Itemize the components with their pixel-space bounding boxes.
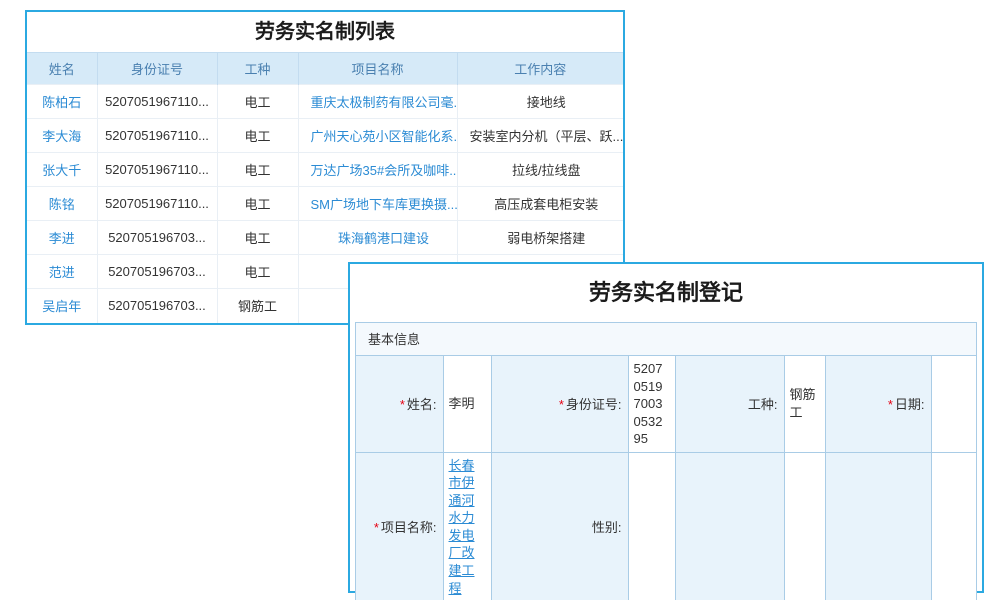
required-asterisk: * [400, 397, 405, 412]
name-field-label: *姓名: [356, 356, 443, 452]
form-row-1: *姓名: 李明 *身份证号: 520705197003053295 工种: 钢筋… [356, 356, 976, 452]
worker-name-link[interactable]: 李大海 [42, 129, 81, 144]
project-cell: 重庆太极制药有限公司毫... [298, 85, 457, 119]
project-link[interactable]: 万达广场35#会所及咖啡... [311, 163, 458, 178]
trade-cell: 电工 [217, 187, 298, 221]
worker-name-link[interactable]: 范进 [49, 265, 75, 280]
idcard-cell: 5207051967110... [97, 85, 217, 119]
name-cell: 陈铭 [27, 187, 97, 221]
work-cell: 拉线/拉线盘 [457, 153, 623, 187]
table-row: 李进 520705196703... 电工 珠海鹤港口建设 弱电桥架搭建 [27, 221, 623, 255]
project-link[interactable]: 重庆太极制药有限公司毫... [311, 95, 458, 110]
trade-field-label: 工种: [675, 356, 784, 452]
date-field-value[interactable] [931, 356, 976, 452]
project-field-label: *项目名称: [356, 452, 443, 600]
col-header-trade: 工种 [217, 53, 298, 85]
section-header: 基本信息 [356, 323, 976, 356]
table-header-row: 姓名 身份证号 工种 项目名称 工作内容 [27, 53, 623, 85]
list-title: 劳务实名制列表 [27, 12, 623, 52]
table-row: 陈柏石 5207051967110... 电工 重庆太极制药有限公司毫... 接… [27, 85, 623, 119]
empty-value-cell [931, 452, 976, 600]
empty-label-cell [675, 452, 784, 600]
idcard-cell: 520705196703... [97, 221, 217, 255]
required-asterisk: * [888, 397, 893, 412]
worker-name-link[interactable]: 李进 [49, 231, 75, 246]
trade-cell: 电工 [217, 153, 298, 187]
trade-cell: 电工 [217, 255, 298, 289]
name-cell: 范进 [27, 255, 97, 289]
project-link[interactable]: 珠海鹤港口建设 [338, 231, 429, 246]
idcard-field-label: *身份证号: [491, 356, 628, 452]
col-header-project: 项目名称 [298, 53, 457, 85]
project-link[interactable]: 广州天心苑小区智能化系... [311, 129, 458, 144]
trade-field-value: 钢筋工 [784, 356, 825, 452]
table-row: 李大海 5207051967110... 电工 广州天心苑小区智能化系... 安… [27, 119, 623, 153]
work-cell: 安装室内分机（平层、跃... [457, 119, 623, 153]
trade-cell: 钢筋工 [217, 289, 298, 323]
idcard-cell: 520705196703... [97, 289, 217, 323]
project-cell: 珠海鹤港口建设 [298, 221, 457, 255]
worker-name-link[interactable]: 陈柏石 [42, 95, 81, 110]
name-cell: 吴启年 [27, 289, 97, 323]
trade-cell: 电工 [217, 85, 298, 119]
name-cell: 张大千 [27, 153, 97, 187]
name-field-value: 李明 [443, 356, 491, 452]
worker-name-link[interactable]: 吴启年 [42, 299, 81, 314]
required-asterisk: * [374, 520, 379, 535]
gender-field-value[interactable] [628, 452, 675, 600]
empty-label-cell [825, 452, 931, 600]
trade-cell: 电工 [217, 119, 298, 153]
project-name-link[interactable]: 长春市伊通河水力发电厂改建工程 [449, 458, 475, 596]
work-cell: 高压成套电柜安装 [457, 187, 623, 221]
table-row: 张大千 5207051967110... 电工 万达广场35#会所及咖啡... … [27, 153, 623, 187]
trade-cell: 电工 [217, 221, 298, 255]
name-cell: 李大海 [27, 119, 97, 153]
idcard-cell: 5207051967110... [97, 187, 217, 221]
name-cell: 李进 [27, 221, 97, 255]
col-header-idcard: 身份证号 [97, 53, 217, 85]
worker-name-link[interactable]: 张大千 [42, 163, 81, 178]
work-cell: 接地线 [457, 85, 623, 119]
labor-registration-panel: 劳务实名制登记 基本信息 *姓名: 李明 *身份证号: 520705197003… [348, 262, 984, 593]
registration-grid: *姓名: 李明 *身份证号: 520705197003053295 工种: 钢筋… [356, 356, 976, 600]
table-row: 陈铭 5207051967110... 电工 SM广场地下车库更换摄... 高压… [27, 187, 623, 221]
form-title: 劳务实名制登记 [350, 264, 982, 322]
required-asterisk: * [559, 397, 564, 412]
idcard-cell: 520705196703... [97, 255, 217, 289]
date-field-label: *日期: [825, 356, 931, 452]
project-field-value: 长春市伊通河水力发电厂改建工程 [443, 452, 491, 600]
project-cell: SM广场地下车库更换摄... [298, 187, 457, 221]
worker-name-link[interactable]: 陈铭 [49, 197, 75, 212]
project-cell: 广州天心苑小区智能化系... [298, 119, 457, 153]
empty-value-cell [784, 452, 825, 600]
col-header-name: 姓名 [27, 53, 97, 85]
idcard-cell: 5207051967110... [97, 119, 217, 153]
form-row-2: *项目名称: 长春市伊通河水力发电厂改建工程 性别: [356, 452, 976, 600]
col-header-work: 工作内容 [457, 53, 623, 85]
project-link[interactable]: SM广场地下车库更换摄... [311, 197, 458, 212]
basic-info-box: 基本信息 *姓名: 李明 *身份证号: 520705197003053295 工… [355, 322, 977, 600]
gender-field-label: 性别: [491, 452, 628, 600]
work-cell: 弱电桥架搭建 [457, 221, 623, 255]
name-cell: 陈柏石 [27, 85, 97, 119]
page: { "colors": { "accent": "#2BA9E1", "head… [0, 0, 1000, 600]
idcard-cell: 5207051967110... [97, 153, 217, 187]
idcard-field-value: 520705197003053295 [628, 356, 675, 452]
project-cell: 万达广场35#会所及咖啡... [298, 153, 457, 187]
